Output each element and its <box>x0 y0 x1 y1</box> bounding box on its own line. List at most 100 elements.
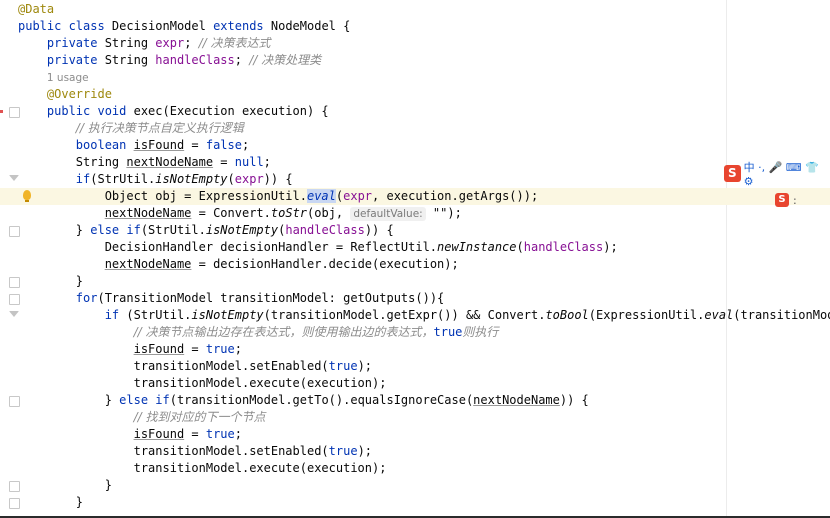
code-line[interactable]: 1 usage <box>0 69 830 86</box>
code-line-text[interactable]: } <box>18 477 112 494</box>
code-line-text[interactable]: isFound = true; <box>18 341 242 358</box>
code-line[interactable]: } else if(transitionModel.getTo().equals… <box>0 392 830 409</box>
code-line-text[interactable]: } <box>18 494 83 511</box>
code-line[interactable]: nextNodeName = Convert.toStr(obj, defaul… <box>0 205 830 222</box>
code-line-text[interactable]: } <box>18 273 83 290</box>
code-token: true <box>433 325 463 339</box>
code-line-text[interactable]: @Data <box>18 1 54 18</box>
code-token: } <box>18 495 84 509</box>
ime-toolbar[interactable]: S 中 ·, 🎤 ⌨ 👕 ⚙ <box>724 161 830 188</box>
code-token: false <box>205 138 242 152</box>
code-line[interactable]: DecisionHandler decisionHandler = Reflec… <box>0 239 830 256</box>
code-line-text[interactable]: boolean isFound = false; <box>18 137 249 154</box>
code-token: )) { <box>364 223 394 237</box>
code-line[interactable]: public class DecisionModel extends NodeM… <box>0 18 830 35</box>
code-token: )) { <box>263 172 293 186</box>
code-comment: // 执行决策节点自定义执行逻辑 <box>75 121 244 135</box>
code-line[interactable]: private String expr; // 决策表达式 <box>0 35 830 52</box>
code-token: true <box>328 359 358 373</box>
code-line-text[interactable]: // 执行决策节点自定义执行逻辑 <box>18 120 244 137</box>
code-line[interactable]: Object obj = ExpressionUtil.eval(expr, e… <box>0 188 830 205</box>
code-line-text[interactable]: public void exec(Execution execution) { <box>18 103 329 120</box>
code-line-text[interactable]: private String expr; // 决策表达式 <box>18 35 271 52</box>
code-line-text[interactable]: transitionModel.execute(execution); <box>18 375 387 392</box>
sogou-s-icon[interactable]: S <box>724 164 741 182</box>
code-line[interactable]: // 执行决策节点自定义执行逻辑 <box>0 120 830 137</box>
fold-toggle-icon[interactable] <box>9 277 20 288</box>
code-line[interactable]: transitionModel.execute(execution); <box>0 375 830 392</box>
code-token: handleClass <box>285 223 365 237</box>
code-line[interactable]: String nextNodeName = null; <box>0 154 830 171</box>
code-line[interactable]: } <box>0 477 830 494</box>
code-line-text[interactable]: DecisionHandler decisionHandler = Reflec… <box>18 239 618 256</box>
code-line-text[interactable]: transitionModel.setEnabled(true); <box>18 443 372 460</box>
code-line-text[interactable]: transitionModel.execute(execution); <box>18 460 387 477</box>
code-token: = decisionHandler.decide(execution); <box>191 257 459 271</box>
fold-toggle-icon[interactable] <box>9 311 19 317</box>
fold-toggle-icon[interactable] <box>9 396 20 407</box>
fold-toggle-icon[interactable] <box>9 226 20 237</box>
code-line[interactable]: transitionModel.setEnabled(true); <box>0 358 830 375</box>
code-line-text[interactable]: for(TransitionModel transitionModel: get… <box>18 290 444 307</box>
code-line[interactable]: // 找到对应的下一个节点 <box>0 409 830 426</box>
code-token: ); <box>357 444 373 458</box>
fold-toggle-icon[interactable] <box>9 481 20 492</box>
code-token: isNotEmpty <box>191 308 264 322</box>
code-line[interactable]: isFound = true; <box>0 341 830 358</box>
usage-hint[interactable]: 1 usage <box>47 72 89 84</box>
code-line[interactable]: transitionModel.execute(execution); <box>0 460 830 477</box>
code-line[interactable]: nextNodeName = decisionHandler.decide(ex… <box>0 256 830 273</box>
code-line[interactable]: public void exec(Execution execution) { <box>0 103 830 120</box>
code-line-text[interactable]: // 找到对应的下一个节点 <box>18 409 266 426</box>
code-line[interactable]: transitionModel.setEnabled(true); <box>0 443 830 460</box>
ime-toolbar-items[interactable]: 中 ·, 🎤 ⌨ 👕 ⚙ <box>744 159 830 188</box>
lightbulb-icon[interactable] <box>23 190 31 202</box>
code-line-text[interactable]: if(StrUtil.isNotEmpty(expr)) { <box>18 171 293 188</box>
code-line[interactable]: private String handleClass; // 决策处理类 <box>0 52 830 69</box>
code-token: } <box>18 478 112 492</box>
fold-toggle-icon[interactable] <box>9 107 20 118</box>
code-line-text[interactable]: @Override <box>18 86 112 103</box>
code-token: transitionModel.execute(execution); <box>18 376 387 390</box>
code-line-text[interactable]: if (StrUtil.isNotEmpty(transitionModel.g… <box>18 307 830 324</box>
code-line[interactable]: } else if(StrUtil.isNotEmpty(handleClass… <box>0 222 830 239</box>
code-token: String <box>104 36 156 50</box>
code-editor[interactable]: @Data public class DecisionModel extends … <box>0 0 830 518</box>
code-line-text[interactable]: // 决策节点输出边存在表达式，则使用输出边的表达式，true则执行 <box>18 324 499 341</box>
code-line-text[interactable]: public class DecisionModel extends NodeM… <box>18 18 350 35</box>
code-line[interactable]: } <box>0 273 830 290</box>
code-line[interactable]: // 决策节点输出边存在表达式，则使用输出边的表达式，true则执行 <box>0 324 830 341</box>
fold-toggle-icon[interactable] <box>9 175 19 181</box>
code-line[interactable]: @Override <box>0 86 830 103</box>
code-line-text[interactable]: Object obj = ExpressionUtil.eval(expr, e… <box>18 188 538 205</box>
code-line-text[interactable]: transitionModel.setEnabled(true); <box>18 358 372 375</box>
code-token: isNotEmpty <box>155 172 228 186</box>
code-line[interactable]: if (StrUtil.isNotEmpty(transitionModel.g… <box>0 307 830 324</box>
code-line-text[interactable]: nextNodeName = decisionHandler.decide(ex… <box>18 256 459 273</box>
code-line-text[interactable]: nextNodeName = Convert.toStr(obj, defaul… <box>18 205 462 222</box>
code-line[interactable]: } <box>0 494 830 511</box>
code-line[interactable]: for(TransitionModel transitionModel: get… <box>0 290 830 307</box>
code-token: nextNodeName <box>104 257 192 271</box>
code-line[interactable]: boolean isFound = false; <box>0 137 830 154</box>
code-line[interactable]: isFound = true; <box>0 426 830 443</box>
code-line[interactable]: if(StrUtil.isNotEmpty(expr)) { <box>0 171 830 188</box>
code-comment: // 决策节点输出边存在表达式，则使用输出边的表达式， <box>133 325 434 339</box>
code-line-text[interactable]: } else if(transitionModel.getTo().equals… <box>18 392 589 409</box>
code-line-text[interactable]: } else if(StrUtil.isNotEmpty(handleClass… <box>18 222 394 239</box>
code-line-text[interactable]: private String handleClass; // 决策处理类 <box>18 52 321 69</box>
code-token: ( <box>227 172 235 186</box>
sogou-s-icon[interactable]: S <box>775 193 789 207</box>
code-token: boolean <box>18 138 134 152</box>
ime-mini-toolbar[interactable]: S : <box>775 193 797 207</box>
code-line-text[interactable]: isFound = true; <box>18 426 242 443</box>
fold-toggle-icon[interactable] <box>9 498 20 509</box>
code-line-text[interactable]: 1 usage <box>18 69 89 87</box>
code-line-text[interactable]: String nextNodeName = null; <box>18 154 271 171</box>
code-token: if <box>18 308 127 322</box>
code-line[interactable]: @Data <box>0 1 830 18</box>
fold-toggle-icon[interactable] <box>9 294 20 305</box>
